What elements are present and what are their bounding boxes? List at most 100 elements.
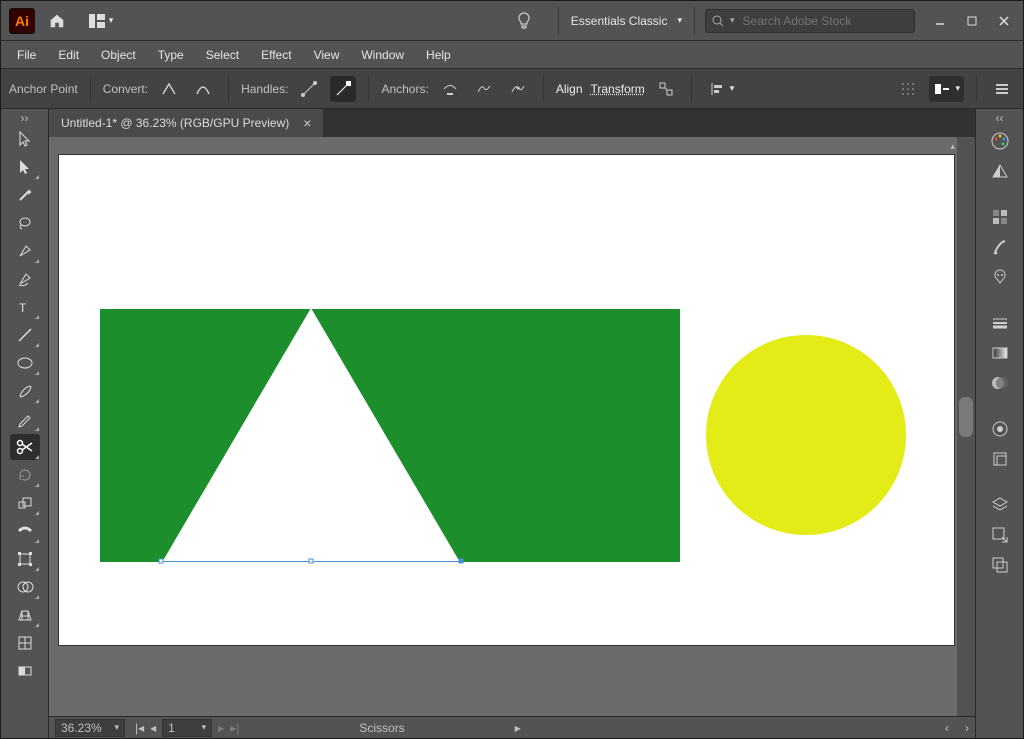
- search-input[interactable]: [741, 13, 908, 29]
- isolate-button[interactable]: [653, 76, 679, 102]
- maximize-button[interactable]: [957, 11, 987, 31]
- scrollbar-thumb[interactable]: [959, 397, 973, 437]
- anchor-point[interactable]: [159, 559, 164, 564]
- workspace-switcher[interactable]: Essentials Classic ▾: [558, 7, 695, 35]
- layers-panel-button[interactable]: [985, 491, 1015, 519]
- type-tool[interactable]: T: [10, 294, 40, 320]
- last-page-button[interactable]: ▸|: [230, 721, 239, 735]
- menu-edit[interactable]: Edit: [48, 44, 89, 66]
- menu-effect[interactable]: Effect: [251, 44, 301, 66]
- connect-anchor-button[interactable]: [471, 76, 497, 102]
- gradient-panel-icon: [990, 343, 1010, 363]
- snap-toggle-button[interactable]: ▾: [929, 76, 964, 102]
- align-to-button[interactable]: ▾: [704, 76, 739, 102]
- learn-button[interactable]: [508, 5, 540, 37]
- control-context: Anchor Point: [9, 82, 78, 96]
- tools-expand-button[interactable]: ››: [1, 111, 48, 125]
- panel-menu-button[interactable]: [989, 76, 1015, 102]
- canvas[interactable]: ▴: [49, 137, 957, 716]
- symbols-panel-button[interactable]: [985, 263, 1015, 291]
- anchor-point-selected[interactable]: [459, 559, 464, 564]
- arrange-documents-button[interactable]: ▾: [81, 7, 121, 35]
- lasso-tool[interactable]: [10, 210, 40, 236]
- anchor-remove-icon: [441, 80, 459, 98]
- menu-file[interactable]: File: [7, 44, 46, 66]
- gradient-tool[interactable]: [10, 658, 40, 684]
- status-play-icon[interactable]: ▸: [515, 721, 521, 735]
- zoom-field[interactable]: 36.23%▾: [55, 719, 125, 737]
- scissors-tool[interactable]: [10, 434, 40, 460]
- brushes-panel-button[interactable]: [985, 233, 1015, 261]
- close-button[interactable]: [989, 11, 1019, 31]
- scroll-up-icon[interactable]: ▴: [950, 141, 955, 152]
- double-chevron-right-icon: ››: [21, 111, 29, 125]
- yellow-circle-shape[interactable]: [706, 335, 906, 535]
- convert-smooth-button[interactable]: [190, 76, 216, 102]
- palette-icon: [990, 131, 1010, 151]
- line-tool[interactable]: [10, 322, 40, 348]
- stock-search[interactable]: ▾: [705, 9, 915, 33]
- menu-window[interactable]: Window: [351, 44, 414, 66]
- menu-object[interactable]: Object: [91, 44, 146, 66]
- scissors-icon: [15, 438, 35, 456]
- panels-expand-button[interactable]: ‹‹: [976, 111, 1023, 125]
- menu-bar: File Edit Object Type Select Effect View…: [1, 41, 1023, 69]
- magic-wand-icon: [16, 186, 34, 204]
- menu-view[interactable]: View: [304, 44, 350, 66]
- hide-handles-button[interactable]: [330, 76, 356, 102]
- vertical-scrollbar[interactable]: [957, 137, 975, 716]
- free-transform-tool[interactable]: [10, 546, 40, 572]
- rotate-tool[interactable]: [10, 462, 40, 488]
- paintbrush-tool[interactable]: [10, 378, 40, 404]
- hscroll-left-button[interactable]: ‹: [945, 721, 949, 735]
- first-page-button[interactable]: |◂: [135, 721, 144, 735]
- stroke-panel-button[interactable]: [985, 309, 1015, 337]
- graphic-styles-panel-button[interactable]: [985, 445, 1015, 473]
- menu-type[interactable]: Type: [148, 44, 194, 66]
- grid-toggle-button[interactable]: [895, 76, 921, 102]
- control-bar: Anchor Point Convert: Handles: Anchors: …: [1, 69, 1023, 109]
- show-handles-button[interactable]: [296, 76, 322, 102]
- asset-export-panel-button[interactable]: [985, 521, 1015, 549]
- color-panel-button[interactable]: [985, 127, 1015, 155]
- swatches-icon: [990, 207, 1010, 227]
- width-icon: [16, 522, 34, 540]
- page-field[interactable]: 1▾: [162, 719, 212, 737]
- pencil-tool[interactable]: [10, 406, 40, 432]
- menu-help[interactable]: Help: [416, 44, 461, 66]
- selection-tool[interactable]: [10, 126, 40, 152]
- align-link[interactable]: Align: [556, 82, 583, 96]
- artboards-panel-button[interactable]: [985, 551, 1015, 579]
- artboard[interactable]: [59, 155, 954, 645]
- cut-anchor-button[interactable]: [505, 76, 531, 102]
- close-tab-button[interactable]: ×: [303, 115, 311, 131]
- pen-tool[interactable]: [10, 238, 40, 264]
- hscroll-right-button[interactable]: ›: [965, 721, 969, 735]
- remove-anchor-button[interactable]: [437, 76, 463, 102]
- next-page-button[interactable]: ▸: [218, 721, 224, 735]
- curvature-icon: [16, 270, 34, 288]
- direct-selection-tool[interactable]: [10, 154, 40, 180]
- swatches-panel-button[interactable]: [985, 203, 1015, 231]
- white-triangle-cutout[interactable]: [161, 308, 461, 564]
- color-guide-panel-button[interactable]: [985, 157, 1015, 185]
- width-tool[interactable]: [10, 518, 40, 544]
- transparency-panel-button[interactable]: [985, 369, 1015, 397]
- menu-select[interactable]: Select: [196, 44, 249, 66]
- ellipse-tool[interactable]: [10, 350, 40, 376]
- anchor-point[interactable]: [309, 559, 314, 564]
- scale-tool[interactable]: [10, 490, 40, 516]
- document-tab[interactable]: Untitled-1* @ 36.23% (RGB/GPU Preview) ×: [49, 109, 323, 137]
- prev-page-button[interactable]: ◂: [150, 721, 156, 735]
- perspective-grid-tool[interactable]: [10, 602, 40, 628]
- appearance-panel-button[interactable]: [985, 415, 1015, 443]
- minimize-button[interactable]: [925, 11, 955, 31]
- magic-wand-tool[interactable]: [10, 182, 40, 208]
- transform-link[interactable]: Transform: [591, 82, 645, 96]
- curvature-tool[interactable]: [10, 266, 40, 292]
- mesh-tool[interactable]: [10, 630, 40, 656]
- home-button[interactable]: [41, 5, 73, 37]
- shape-builder-tool[interactable]: [10, 574, 40, 600]
- convert-corner-button[interactable]: [156, 76, 182, 102]
- gradient-panel-button[interactable]: [985, 339, 1015, 367]
